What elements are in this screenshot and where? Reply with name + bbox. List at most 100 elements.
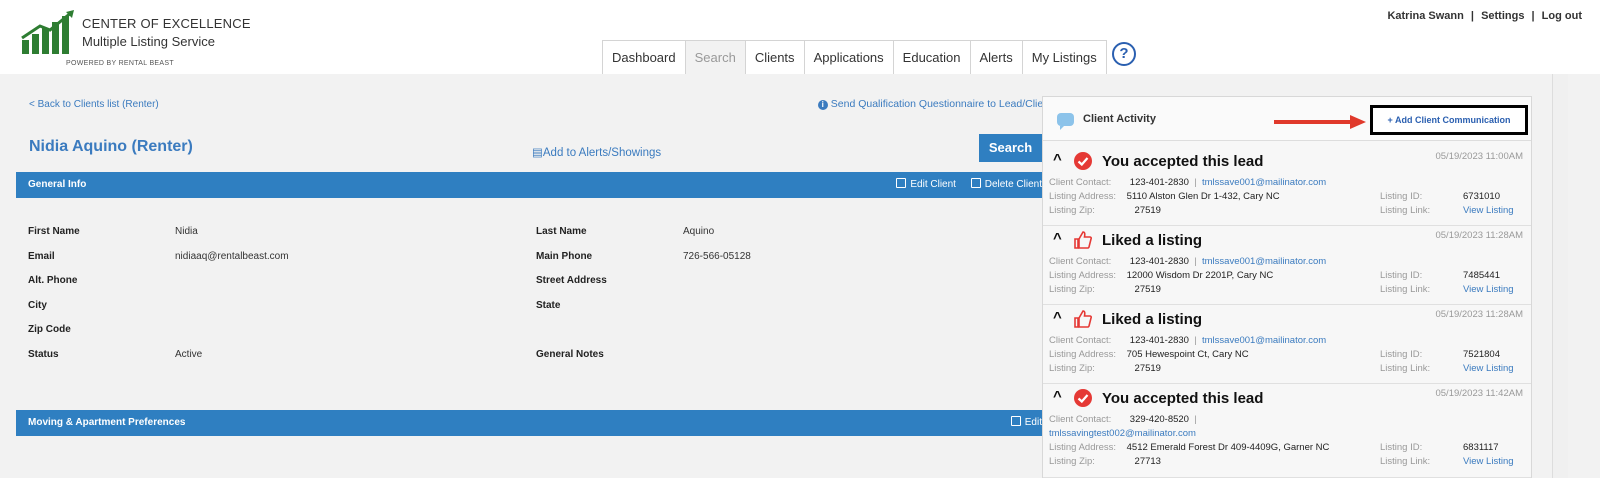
bar-chart-logo-icon: [21, 10, 74, 54]
chevron-up-icon[interactable]: ^: [1053, 388, 1062, 405]
listing-link-label: Listing Link:: [1380, 284, 1431, 295]
moving-preferences-bar: Moving & Apartment Preferences Edit: [16, 410, 1052, 436]
activity-list: ^ You accepted this lead 05/19/2023 11:0…: [1043, 147, 1531, 478]
client-details: < Back to Clients list (Renter) i Send Qu…: [16, 90, 1052, 478]
client-contact-line: Client Contact: 123-401-2830 | tmlssave0…: [1049, 335, 1327, 346]
help-icon[interactable]: ?: [1112, 42, 1136, 66]
city-label: City: [28, 299, 47, 311]
last-name-label: Last Name: [536, 226, 587, 237]
general-notes-label: General Notes: [536, 348, 604, 360]
email-label: Email: [28, 250, 55, 262]
general-info-bar: General Info Edit Client Delete Client: [16, 172, 1052, 198]
listing-id-value: 7485441: [1463, 270, 1500, 281]
activity-date: 05/19/2023 11:28AM: [1435, 309, 1523, 320]
tab-clients[interactable]: Clients: [744, 40, 804, 74]
check-circle-icon: [1074, 389, 1092, 412]
activity-date: 05/19/2023 11:42AM: [1435, 388, 1523, 399]
separator: |: [1531, 10, 1535, 22]
chevron-up-icon[interactable]: ^: [1053, 230, 1062, 247]
listing-id-label: Listing ID:: [1380, 191, 1423, 202]
trash-icon: [970, 178, 981, 188]
last-name-value: Aquino: [683, 226, 715, 237]
search-button[interactable]: Search: [979, 134, 1042, 162]
listing-zip-line: Listing Zip: 27519: [1049, 205, 1161, 216]
listing-zip: 27713: [1134, 456, 1161, 467]
chevron-up-icon[interactable]: ^: [1053, 309, 1062, 326]
edit-client-button[interactable]: Edit Client: [896, 178, 956, 190]
edit-preferences-button[interactable]: Edit: [1010, 416, 1042, 428]
client-contact-line: Client Contact: 123-401-2830 | tmlssave0…: [1049, 177, 1327, 188]
alt-phone-label: Alt. Phone: [28, 275, 78, 287]
status-label: Status: [28, 348, 59, 360]
delete-client-button[interactable]: Delete Client: [970, 178, 1042, 190]
state-label: State: [536, 299, 561, 311]
listing-zip-line: Listing Zip: 27519: [1049, 363, 1161, 374]
listing-address: 4512 Emerald Forest Dr 409-4409G, Garner…: [1126, 442, 1330, 453]
tab-education[interactable]: Education: [892, 40, 970, 74]
back-to-clients-link[interactable]: < Back to Clients list (Renter): [29, 99, 159, 110]
page-title: Nidia Aquino (Renter): [29, 138, 193, 155]
top-header: CENTER OF EXCELLENCE Multiple Listing Se…: [0, 0, 1600, 74]
listing-address-line: Listing Address: 5110 Alston Glen Dr 1-4…: [1049, 191, 1280, 202]
client-email-link[interactable]: tmlssave001@mailinator.com: [1202, 256, 1326, 267]
info-icon: i: [817, 100, 828, 110]
add-client-communication-button[interactable]: + Add Client Communication: [1370, 105, 1528, 135]
tab-dashboard[interactable]: Dashboard: [602, 40, 685, 74]
view-listing-link[interactable]: View Listing: [1463, 205, 1514, 216]
thumbs-up-icon: [1074, 231, 1092, 254]
logo-line2: Multiple Listing Service: [82, 34, 215, 49]
user-links: Katrina Swann | Settings | Log out: [1387, 10, 1582, 22]
logout-link[interactable]: Log out: [1542, 10, 1582, 22]
client-email-link[interactable]: tmlssave001@mailinator.com: [1202, 177, 1326, 188]
main-nav: Dashboard Search Clients Applications Ed…: [602, 40, 1107, 74]
zip-code-label: Zip Code: [28, 324, 71, 336]
street-address-label: Street Address: [536, 275, 607, 287]
user-name[interactable]: Katrina Swann: [1387, 10, 1463, 22]
client-email-link[interactable]: tmlssave001@mailinator.com: [1202, 335, 1326, 346]
listing-address-line: Listing Address: 12000 Wisdom Dr 2201P, …: [1049, 270, 1274, 281]
settings-link[interactable]: Settings: [1481, 10, 1524, 22]
listing-id-label: Listing ID:: [1380, 442, 1423, 453]
listing-id-value: 7521804: [1463, 349, 1500, 360]
listing-link-label: Listing Link:: [1380, 205, 1431, 216]
tab-applications[interactable]: Applications: [803, 40, 893, 74]
view-listing-link[interactable]: View Listing: [1463, 363, 1514, 374]
view-listing-link[interactable]: View Listing: [1463, 284, 1514, 295]
chevron-up-icon[interactable]: ^: [1053, 151, 1062, 168]
client-phone: 123-401-2830: [1129, 335, 1189, 346]
logo[interactable]: CENTER OF EXCELLENCE Multiple Listing Se…: [20, 10, 260, 70]
separator: |: [1470, 10, 1474, 22]
client-contact-line: Client Contact: 329-420-8520 |: [1049, 414, 1197, 425]
tab-alerts[interactable]: Alerts: [969, 40, 1022, 74]
scrollbar[interactable]: [1552, 74, 1568, 478]
logo-line3: POWERED BY RENTAL BEAST: [66, 60, 174, 67]
status-value: Active: [175, 348, 203, 360]
listing-address-line: Listing Address: 705 Hewespoint Ct, Cary…: [1049, 349, 1249, 360]
send-questionnaire-link[interactable]: i Send Qualification Questionnaire to Lea…: [817, 98, 1052, 110]
list-icon: ▤: [532, 147, 543, 159]
client-email-link[interactable]: tmlssavingtest002@mailinator.com: [1049, 428, 1196, 439]
listing-id-label: Listing ID:: [1380, 349, 1423, 360]
activity-item: ^ Liked a listing 05/19/2023 11:28AM Cli…: [1043, 226, 1531, 305]
listing-address: 705 Hewespoint Ct, Cary NC: [1126, 349, 1249, 360]
client-phone: 123-401-2830: [1129, 256, 1189, 267]
client-phone: 329-420-8520: [1129, 414, 1189, 425]
view-listing-link[interactable]: View Listing: [1463, 456, 1514, 467]
client-contact-line: Client Contact: 123-401-2830 | tmlssave0…: [1049, 256, 1327, 267]
client-email-line: tmlssavingtest002@mailinator.com: [1049, 428, 1196, 439]
listing-zip-line: Listing Zip: 27713: [1049, 456, 1161, 467]
add-to-alerts-link[interactable]: ▤Add to Alerts/Showings: [532, 145, 661, 159]
add-to-alerts-label: Add to Alerts/Showings: [542, 147, 662, 159]
activity-title: You accepted this lead: [1102, 153, 1264, 170]
tab-my-listings[interactable]: My Listings: [1021, 40, 1107, 74]
activity-title: Liked a listing: [1102, 311, 1203, 328]
activity-date: 05/19/2023 11:00AM: [1435, 151, 1523, 162]
listing-zip: 27519: [1134, 205, 1161, 216]
client-phone: 123-401-2830: [1129, 177, 1189, 188]
tab-search[interactable]: Search: [684, 40, 745, 74]
edit-icon: [1010, 416, 1021, 426]
general-info-fields: First Name Nidia Last Name Aquino Email …: [28, 226, 1048, 374]
chat-bubble-icon: [1057, 113, 1074, 130]
logo-line1: CENTER OF EXCELLENCE: [82, 16, 251, 31]
activity-title: You accepted this lead: [1102, 390, 1264, 407]
